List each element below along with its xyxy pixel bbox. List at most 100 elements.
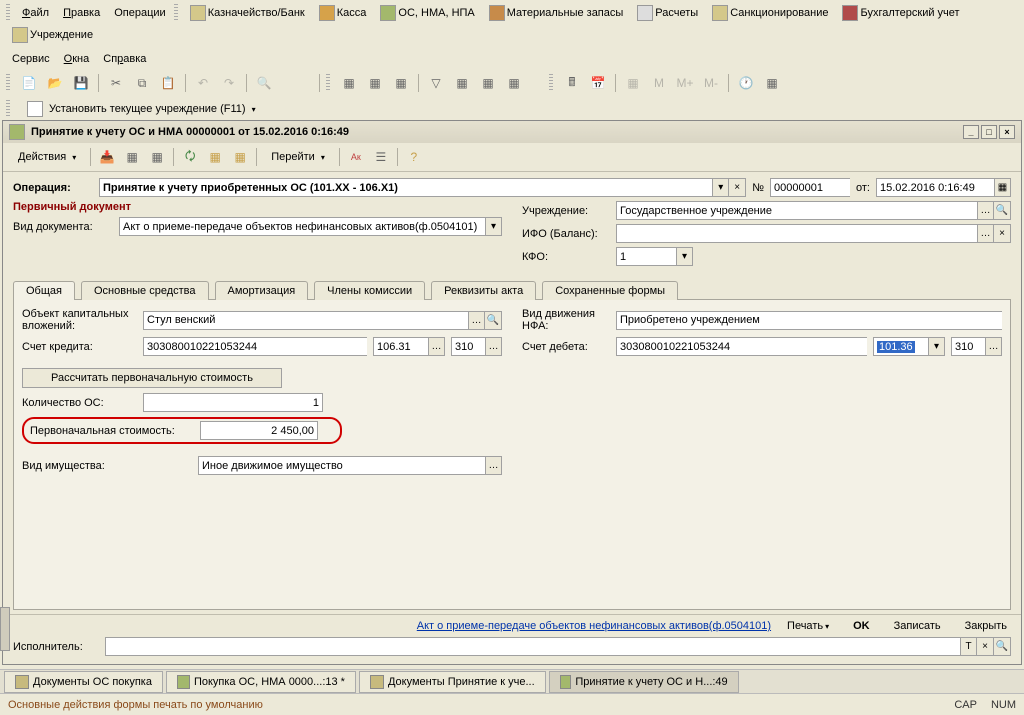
search-icon[interactable]: 🔍 bbox=[994, 637, 1011, 656]
tab-general[interactable]: Общая bbox=[13, 281, 75, 300]
act-link[interactable]: Акт о приеме-передаче объектов нефинансо… bbox=[417, 620, 771, 632]
menu-file[interactable]: ФФайлайл bbox=[16, 5, 55, 21]
tab-requisites[interactable]: Реквизиты акта bbox=[431, 281, 536, 300]
object-input[interactable] bbox=[143, 311, 468, 330]
doc-type-input[interactable] bbox=[119, 217, 485, 236]
new-icon[interactable]: 📄 bbox=[18, 72, 40, 94]
task-tab[interactable]: Покупка ОС, НМА 0000...:13 * bbox=[166, 671, 356, 693]
menu-inventory[interactable]: Материальные запасы bbox=[483, 3, 630, 23]
save-button[interactable]: Записать bbox=[886, 618, 949, 634]
kfo-input[interactable] bbox=[616, 247, 676, 266]
calendar-icon[interactable]: 📅 bbox=[587, 72, 609, 94]
close-button[interactable]: × bbox=[999, 125, 1015, 139]
ak-icon[interactable]: Aк bbox=[345, 146, 367, 168]
credit-sub-input[interactable] bbox=[373, 337, 428, 356]
tool-icon[interactable]: ▦ bbox=[338, 72, 360, 94]
tool-icon[interactable]: ▦ bbox=[121, 146, 143, 168]
tab-amortization[interactable]: Амортизация bbox=[215, 281, 309, 300]
debit-account-input[interactable] bbox=[616, 337, 867, 356]
tool-icon[interactable]: ▦ bbox=[451, 72, 473, 94]
debit-sub-input[interactable]: 101.36 bbox=[873, 337, 928, 356]
search-icon[interactable]: 🔍 bbox=[485, 311, 502, 330]
clear-icon[interactable]: × bbox=[977, 637, 994, 656]
ok-button[interactable]: OK bbox=[845, 618, 878, 634]
open-icon[interactable]: 📂 bbox=[44, 72, 66, 94]
movement-input[interactable] bbox=[616, 311, 1002, 330]
search-icon[interactable]: 🔍 bbox=[994, 201, 1011, 220]
credit-code-input[interactable] bbox=[451, 337, 485, 356]
ifo-input[interactable] bbox=[616, 224, 977, 243]
post-icon[interactable]: 📥 bbox=[96, 146, 118, 168]
refresh-icon[interactable]: 🗘 bbox=[179, 146, 201, 168]
filter-icon[interactable]: ▽ bbox=[425, 72, 447, 94]
menu-help[interactable]: Справка bbox=[97, 51, 152, 67]
menu-calc[interactable]: Расчеты bbox=[631, 3, 704, 23]
menu-treasury[interactable]: Казначейство/Банк bbox=[184, 3, 311, 23]
copy-icon[interactable]: ⧉ bbox=[131, 72, 153, 94]
redo-icon[interactable]: ↷ bbox=[218, 72, 240, 94]
tool-icon[interactable]: ▦ bbox=[390, 72, 412, 94]
credit-account-input[interactable] bbox=[143, 337, 367, 356]
minimize-button[interactable]: _ bbox=[963, 125, 979, 139]
calc-icon[interactable]: 🖩 bbox=[561, 72, 583, 94]
cost-input[interactable] bbox=[200, 421, 318, 440]
executor-input[interactable] bbox=[105, 637, 960, 656]
institution-input[interactable] bbox=[616, 201, 977, 220]
debit-code-input[interactable] bbox=[951, 337, 985, 356]
dropdown-icon[interactable]: ▾ bbox=[485, 217, 502, 236]
calculate-cost-button[interactable]: Рассчитать первоначальную стоимость bbox=[22, 368, 282, 388]
save-icon[interactable]: 💾 bbox=[70, 72, 92, 94]
tool-icon[interactable]: ▦ bbox=[204, 146, 226, 168]
select-icon[interactable]: … bbox=[977, 201, 994, 220]
tool-icon[interactable]: ▦ bbox=[761, 72, 783, 94]
task-tab[interactable]: Принятие к учету ОС и Н...:49 bbox=[549, 671, 739, 693]
close-button[interactable]: Закрыть bbox=[957, 618, 1015, 634]
task-tab[interactable]: Документы ОС покупка bbox=[4, 671, 163, 693]
menu-service[interactable]: Сервис bbox=[6, 51, 56, 67]
tool-icon[interactable]: ▦ bbox=[503, 72, 525, 94]
menu-operations[interactable]: Операции bbox=[108, 5, 171, 21]
menu-assets[interactable]: ОС, НМА, НПА bbox=[374, 3, 480, 23]
set-institution-button[interactable]: Установить текущее учреждение (F11)▾ bbox=[18, 98, 265, 120]
list-icon[interactable]: ☰ bbox=[370, 146, 392, 168]
tab-saved-forms[interactable]: Сохраненные формы bbox=[542, 281, 678, 300]
menu-windows[interactable]: Окна bbox=[58, 51, 96, 67]
tool-icon[interactable]: ▦ bbox=[229, 146, 251, 168]
clear-icon[interactable]: × bbox=[994, 224, 1011, 243]
select-icon[interactable]: … bbox=[485, 456, 502, 475]
property-type-input[interactable] bbox=[198, 456, 485, 475]
tool-icon[interactable]: ▦ bbox=[146, 146, 168, 168]
tool-icon[interactable]: ▦ bbox=[477, 72, 499, 94]
task-tab[interactable]: Документы Принятие к уче... bbox=[359, 671, 546, 693]
select-icon[interactable]: … bbox=[468, 311, 485, 330]
clear-icon[interactable]: × bbox=[729, 178, 746, 197]
maximize-button[interactable]: □ bbox=[981, 125, 997, 139]
tab-fixed-assets[interactable]: Основные средства bbox=[81, 281, 209, 300]
help-icon[interactable]: ? bbox=[403, 146, 425, 168]
select-icon[interactable]: … bbox=[985, 337, 1002, 356]
calendar-icon[interactable]: ▦ bbox=[994, 178, 1011, 197]
paste-icon[interactable]: 📋 bbox=[157, 72, 179, 94]
operation-input[interactable] bbox=[99, 178, 712, 197]
clock-icon[interactable]: 🕐 bbox=[735, 72, 757, 94]
goto-button[interactable]: Перейти▾ bbox=[262, 146, 334, 168]
type-icon[interactable]: T bbox=[960, 637, 977, 656]
menu-institution[interactable]: Учреждение bbox=[6, 25, 99, 45]
select-icon[interactable]: … bbox=[428, 337, 445, 356]
menu-cash[interactable]: Касса bbox=[313, 3, 373, 23]
dropdown-icon[interactable]: ▾ bbox=[712, 178, 729, 197]
menu-sanction[interactable]: Санкционирование bbox=[706, 3, 834, 23]
side-panel-handle[interactable] bbox=[0, 607, 10, 651]
cut-icon[interactable]: ✂ bbox=[105, 72, 127, 94]
tool-icon[interactable]: ▦ bbox=[364, 72, 386, 94]
select-icon[interactable]: … bbox=[485, 337, 502, 356]
menu-edit[interactable]: Правка bbox=[57, 5, 106, 21]
tab-members[interactable]: Члены комиссии bbox=[314, 281, 425, 300]
find-icon[interactable]: 🔍 bbox=[253, 72, 275, 94]
dropdown-icon[interactable]: ▾ bbox=[676, 247, 693, 266]
print-button[interactable]: Печать▾ bbox=[779, 618, 837, 634]
date-input[interactable] bbox=[876, 178, 994, 197]
actions-button[interactable]: Действия▾ bbox=[9, 146, 85, 168]
number-input[interactable] bbox=[770, 178, 850, 197]
select-icon[interactable]: … bbox=[977, 224, 994, 243]
